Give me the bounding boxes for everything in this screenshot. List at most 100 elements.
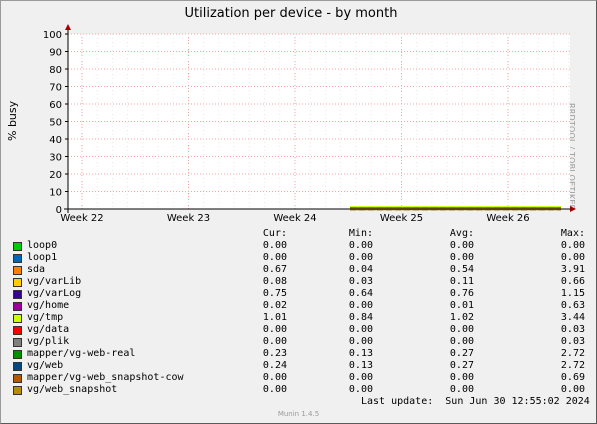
legend-series-name: vg/web_snapshot [27, 384, 118, 395]
x-tick-label: Week 24 [273, 213, 316, 224]
legend-swatch [13, 254, 22, 263]
legend-value-max: 2.72 [560, 348, 585, 359]
legend-value-avg: 0.27 [449, 348, 474, 359]
legend-series-name: vg/web [27, 360, 64, 371]
munin-graph: Utilization per device - by month RRDTOO… [0, 0, 597, 424]
legend-swatch [13, 386, 22, 395]
legend-row: loop0 0.00 0.00 0.00 0.00 [1, 240, 591, 252]
legend-value-avg: 1.02 [449, 312, 474, 323]
y-axis-arrow [65, 24, 71, 30]
legend-value-cur: 0.67 [262, 264, 287, 275]
legend-value-avg: 0.00 [449, 336, 474, 347]
legend-value-avg: 0.00 [449, 372, 474, 383]
y-tick-label: 50 [49, 118, 62, 129]
legend-row: vg/home 0.02 0.00 0.01 0.63 [1, 300, 591, 312]
legend-value-avg: 0.54 [449, 264, 474, 275]
legend-value-avg: 0.00 [449, 324, 474, 335]
legend-swatch [13, 362, 22, 371]
legend-value-cur: 0.00 [262, 252, 287, 263]
legend-series-name: sda [27, 264, 46, 275]
legend-value-max: 0.03 [560, 324, 585, 335]
x-tick-label: Week 23 [167, 213, 210, 224]
legend-swatch [13, 266, 22, 275]
legend-value-cur: 0.00 [262, 324, 287, 335]
legend-swatch [13, 290, 22, 299]
legend-value-min: 0.03 [348, 276, 373, 287]
legend-value-max: 3.44 [560, 312, 585, 323]
legend-series-name: vg/varLog [27, 288, 82, 299]
legend-value-avg: 0.11 [449, 276, 474, 287]
legend-value-cur: 0.00 [262, 240, 287, 251]
legend-series-name: loop1 [27, 252, 58, 263]
y-tick-label: 30 [49, 153, 62, 164]
legend-value-avg: 0.76 [449, 288, 474, 299]
legend-value-min: 0.13 [348, 360, 373, 371]
y-tick-label: 10 [49, 188, 62, 199]
legend-series-name: vg/home [27, 300, 70, 311]
legend-value-max: 0.00 [560, 240, 585, 251]
legend-series-name: loop0 [27, 240, 58, 251]
legend-value-cur: 1.01 [262, 312, 287, 323]
x-tick-label: Week 25 [380, 213, 423, 224]
legend-value-min: 0.00 [348, 372, 373, 383]
legend-series-name: vg/varLib [27, 276, 82, 287]
legend-swatch [13, 242, 22, 251]
legend-value-min: 0.00 [348, 252, 373, 263]
legend-value-max: 0.66 [560, 276, 585, 287]
legend-value-avg: 0.00 [449, 384, 474, 395]
x-axis-arrow [570, 206, 576, 212]
legend-value-max: 2.72 [560, 360, 585, 371]
legend-swatch [13, 302, 22, 311]
last-update: Last update: Sun Jun 30 12:55:02 2024 [361, 396, 590, 407]
legend-value-max: 3.91 [560, 264, 585, 275]
legend-row: mapper/vg-web_snapshot-cow 0.00 0.00 0.00 0.… [1, 372, 591, 384]
legend-value-cur: 0.75 [262, 288, 287, 299]
legend-value-cur: 0.00 [262, 372, 287, 383]
legend-header-avg: Avg: [449, 228, 474, 239]
legend-row: loop1 0.00 0.00 0.00 0.00 [1, 252, 591, 264]
legend-value-cur: 0.08 [262, 276, 287, 287]
y-tick-label: 70 [49, 83, 62, 94]
legend-series-name: mapper/vg-web-real [27, 348, 136, 359]
legend-series-name: vg/data [27, 324, 70, 335]
legend-value-cur: 0.23 [262, 348, 287, 359]
legend-row: vg/data 0.00 0.00 0.00 0.03 [1, 324, 591, 336]
legend-row: vg/plik 0.00 0.00 0.00 0.03 [1, 336, 591, 348]
legend-row: sda 0.67 0.04 0.54 3.91 [1, 264, 591, 276]
legend-value-max: 0.63 [560, 300, 585, 311]
legend-row: vg/varLog 0.75 0.64 0.76 1.15 [1, 288, 591, 300]
legend-value-max: 1.15 [560, 288, 585, 299]
legend-swatch [13, 374, 22, 383]
legend-value-min: 0.00 [348, 324, 373, 335]
legend-swatch [13, 314, 22, 323]
legend-header-min: Min: [348, 228, 373, 239]
y-tick-label: 100 [43, 30, 62, 41]
legend-swatch [13, 326, 22, 335]
legend-swatch [13, 338, 22, 347]
x-tick-label: Week 22 [60, 213, 103, 224]
legend-value-cur: 0.00 [262, 384, 287, 395]
legend-value-max: 0.03 [560, 336, 585, 347]
legend-header-max: Max: [560, 228, 585, 239]
y-tick-label: 20 [49, 170, 62, 181]
legend-row: vg/varLib 0.08 0.03 0.11 0.66 [1, 276, 591, 288]
legend-swatch [13, 350, 22, 359]
legend-value-min: 0.00 [348, 336, 373, 347]
y-tick-label: 60 [49, 100, 62, 111]
legend-series-name: mapper/vg-web_snapshot-cow [27, 372, 184, 383]
legend-value-cur: 0.00 [262, 336, 287, 347]
legend-value-min: 0.00 [348, 384, 373, 395]
legend-header-cur: Cur: [262, 228, 287, 239]
legend-value-avg: 0.01 [449, 300, 474, 311]
legend-value-min: 0.13 [348, 348, 373, 359]
y-tick-label: 80 [49, 65, 62, 76]
y-tick-label: 90 [49, 48, 62, 59]
legend-row: mapper/vg-web-real 0.23 0.13 0.27 2.72 [1, 348, 591, 360]
legend-value-min: 0.84 [348, 312, 373, 323]
legend-header: Cur: Min: Avg: Max: [1, 228, 591, 240]
legend-value-max: 0.00 [560, 384, 585, 395]
y-tick-label: 40 [49, 135, 62, 146]
legend-row: vg/web_snapshot 0.00 0.00 0.00 0.00 [1, 384, 591, 396]
x-tick-label: Week 26 [486, 213, 529, 224]
legend-value-max: 0.00 [560, 252, 585, 263]
